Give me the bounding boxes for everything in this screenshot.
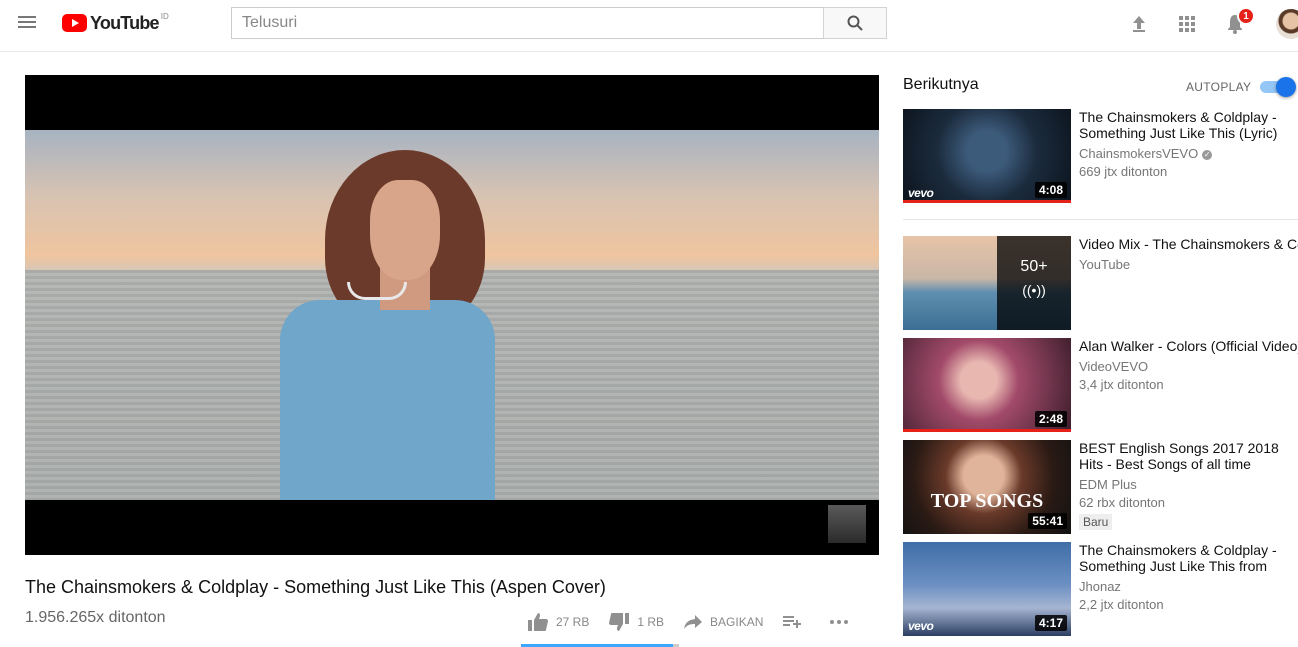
vevo-logo: vevo xyxy=(908,186,934,200)
autoplay-label: AUTOPLAY xyxy=(1186,80,1252,94)
video-thumbnail[interactable]: TOP SONGS 55:41 xyxy=(903,440,1071,534)
youtube-logo[interactable]: YouTube ID xyxy=(62,12,169,34)
masthead: YouTube ID 1 xyxy=(0,0,1298,52)
item-channel[interactable]: VideoVEVO xyxy=(1079,359,1298,375)
channel-watermark[interactable] xyxy=(828,505,866,543)
dislike-count: 1 RB xyxy=(637,615,665,629)
menu-icon[interactable] xyxy=(16,14,38,34)
more-actions-button[interactable] xyxy=(829,619,857,625)
list-item[interactable]: TOP SONGS 55:41 BEST English Songs 2017 … xyxy=(903,440,1298,536)
item-meta: Alan Walker - Colors (Official Video) Vi… xyxy=(1079,338,1298,393)
item-meta: The Chainsmokers & Coldplay - Something … xyxy=(1079,542,1298,613)
thumbs-down-icon xyxy=(609,613,630,631)
list-item[interactable]: 50+ ((•)) Video Mix - The Chainsmokers &… xyxy=(903,236,1298,332)
share-icon xyxy=(684,615,703,629)
video-frame xyxy=(25,130,879,500)
item-title[interactable]: The Chainsmokers & Coldplay - Something … xyxy=(1079,109,1298,141)
playlist-add-icon xyxy=(783,616,802,628)
notification-badge: 1 xyxy=(1237,7,1255,25)
avatar[interactable] xyxy=(1276,9,1298,39)
item-meta: The Chainsmokers & Coldplay - Something … xyxy=(1079,109,1298,180)
item-title[interactable]: Video Mix - The Chainsmokers & Coldplay … xyxy=(1079,236,1298,252)
view-count: 1.956.265x ditonton xyxy=(25,609,166,626)
item-meta: Video Mix - The Chainsmokers & Coldplay … xyxy=(1079,236,1298,273)
item-title[interactable]: Alan Walker - Colors (Official Video) xyxy=(1079,338,1298,354)
mix-overlay: 50+ ((•)) xyxy=(997,236,1071,330)
share-label: BAGIKAN xyxy=(710,615,764,629)
video-thumbnail[interactable]: vevo 4:08 xyxy=(903,109,1071,203)
search-button[interactable] xyxy=(823,7,887,39)
add-to-playlist-button[interactable] xyxy=(783,615,809,629)
list-item[interactable]: 2:48 Alan Walker - Colors (Official Vide… xyxy=(903,338,1298,434)
item-channel: ChainsmokersVEVO ✓ xyxy=(1079,146,1298,162)
item-title[interactable]: BEST English Songs 2017 2018 Hits - Best… xyxy=(1079,440,1298,472)
item-channel[interactable]: EDM Plus xyxy=(1079,477,1298,493)
upload-icon[interactable] xyxy=(1127,12,1151,36)
search-icon xyxy=(847,15,863,31)
item-views: 2,2 jtx ditonton xyxy=(1079,597,1164,612)
list-item[interactable]: vevo 4:08 The Chainsmokers & Coldplay - … xyxy=(903,109,1298,205)
watched-progress xyxy=(903,200,1071,203)
item-channel[interactable]: YouTube xyxy=(1079,257,1298,273)
item-views: 62 rbx ditonton xyxy=(1079,495,1166,510)
duration-badge: 2:48 xyxy=(1034,411,1067,427)
video-thumbnail[interactable]: 2:48 xyxy=(903,338,1071,432)
necklace xyxy=(347,282,407,300)
mix-broadcast-icon: ((•)) xyxy=(1022,282,1046,298)
duration-badge: 4:17 xyxy=(1034,615,1067,631)
search-bar xyxy=(231,7,887,39)
apps-icon[interactable] xyxy=(1175,12,1199,36)
new-badge: Baru xyxy=(1079,514,1113,530)
divider xyxy=(903,219,1298,220)
person-top xyxy=(280,300,495,500)
share-button[interactable]: BAGIKAN xyxy=(684,615,763,629)
list-item[interactable]: vevo 4:17 The Chainsmokers & Coldplay - … xyxy=(903,542,1298,638)
like-button[interactable]: 27 RB xyxy=(528,613,589,631)
autoplay-toggle[interactable] xyxy=(1260,77,1296,97)
person-face xyxy=(370,180,440,280)
verified-icon: ✓ xyxy=(1202,149,1213,160)
duration-badge: 4:08 xyxy=(1034,182,1067,198)
up-next-label: Berikutnya xyxy=(903,76,979,93)
channel-name[interactable]: ChainsmokersVEVO xyxy=(1079,146,1198,161)
dislike-button[interactable]: 1 RB xyxy=(609,613,664,631)
video-thumbnail[interactable]: 50+ ((•)) xyxy=(903,236,1071,330)
video-player[interactable] xyxy=(25,75,879,555)
more-icon xyxy=(830,620,849,624)
mix-count: 50+ xyxy=(1020,258,1048,275)
play-logo-icon xyxy=(62,14,87,32)
thumbs-up-icon xyxy=(528,613,548,631)
item-channel[interactable]: Jhonaz xyxy=(1079,579,1298,595)
country-code: ID xyxy=(160,11,169,21)
item-views: 3,4 jtx ditonton xyxy=(1079,377,1164,392)
vevo-logo: vevo xyxy=(908,619,934,633)
like-count: 27 RB xyxy=(556,615,590,629)
item-views: 669 jtx ditonton xyxy=(1079,164,1168,179)
duration-badge: 55:41 xyxy=(1028,513,1067,529)
watched-progress xyxy=(903,429,1071,432)
toggle-knob xyxy=(1276,77,1296,97)
thumbnail-text: TOP SONGS xyxy=(930,490,1044,512)
search-input[interactable] xyxy=(231,7,823,39)
video-thumbnail[interactable]: vevo 4:17 xyxy=(903,542,1071,636)
video-title: The Chainsmokers & Coldplay - Something … xyxy=(25,577,606,597)
video-actions: 27 RB 1 RB BAGIKAN xyxy=(528,612,877,632)
logo-text: YouTube xyxy=(90,12,160,33)
item-title[interactable]: The Chainsmokers & Coldplay - Something … xyxy=(1079,542,1298,574)
item-meta: BEST English Songs 2017 2018 Hits - Best… xyxy=(1079,440,1298,531)
